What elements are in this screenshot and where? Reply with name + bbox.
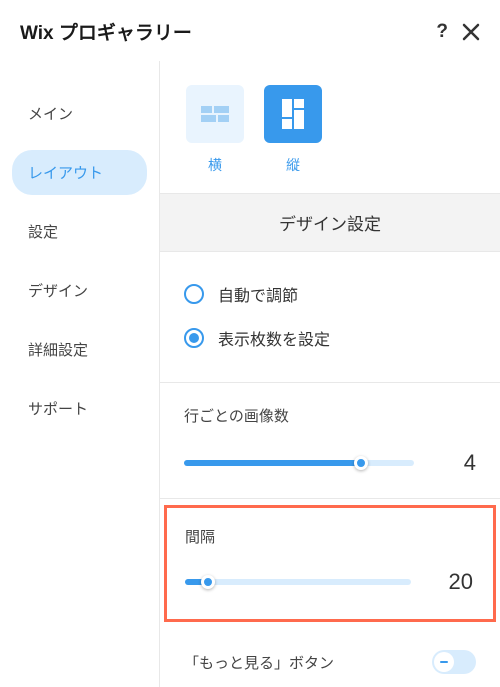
spacing-highlight: 間隔 20 [164,505,496,622]
content-panel: 横 縦 デザイン設定 自動で調節 表示枚数を設定 [160,61,500,687]
slider-row: 20 [185,569,473,595]
slider-title: 行ごとの画像数 [184,405,476,426]
slider-thumb[interactable] [201,575,215,589]
layout-option-label: 横 [208,155,222,175]
sidebar-item-advanced[interactable]: 詳細設定 [12,327,147,372]
panel-title: Wix プロギャラリー [20,18,192,45]
slider-title: 間隔 [185,526,473,547]
sidebar-item-support[interactable]: サポート [12,386,147,431]
close-icon [462,23,480,41]
layout-option-vertical[interactable]: 縦 [264,85,322,175]
help-button[interactable]: ? [436,21,448,43]
toggle-knob [434,652,454,672]
radio-auto-adjust[interactable]: 自動で調節 [184,272,476,316]
sidebar: メイン レイアウト 設定 デザイン 詳細設定 サポート [0,61,160,687]
layout-horizontal-icon [186,85,244,143]
sidebar-item-settings[interactable]: 設定 [12,209,147,254]
show-more-toggle[interactable] [432,650,476,674]
layout-option-label: 縦 [286,155,300,175]
slider-fill [184,460,361,466]
images-per-row-section: 行ごとの画像数 4 [160,383,500,499]
sidebar-item-design[interactable]: デザイン [12,268,147,313]
sidebar-item-layout[interactable]: レイアウト [12,150,147,195]
layout-orientation-group: 横 縦 [160,61,500,193]
slider-row: 4 [184,450,476,476]
layout-option-horizontal[interactable]: 横 [186,85,244,175]
radio-set-count[interactable]: 表示枚数を設定 [184,316,476,360]
layout-vertical-icon [264,85,322,143]
sidebar-item-main[interactable]: メイン [12,91,147,136]
slider-thumb[interactable] [354,456,368,470]
radio-icon [184,328,204,348]
spacing-slider[interactable] [185,579,411,585]
sizing-radio-group: 自動で調節 表示枚数を設定 [160,252,500,383]
radio-label: 表示枚数を設定 [218,326,330,350]
toggle-label: 「もっと見る」ボタン [184,652,334,673]
main-area: メイン レイアウト 設定 デザイン 詳細設定 サポート 横 [0,61,500,687]
images-per-row-value: 4 [442,450,476,476]
header-actions: ? [436,21,480,43]
close-button[interactable] [462,23,480,41]
design-section-header: デザイン設定 [160,193,500,252]
show-more-toggle-section: 「もっと見る」ボタン [160,628,500,687]
spacing-value: 20 [439,569,473,595]
panel-header: Wix プロギャラリー ? [0,0,500,61]
radio-label: 自動で調節 [218,282,298,306]
radio-icon [184,284,204,304]
images-per-row-slider[interactable] [184,460,414,466]
